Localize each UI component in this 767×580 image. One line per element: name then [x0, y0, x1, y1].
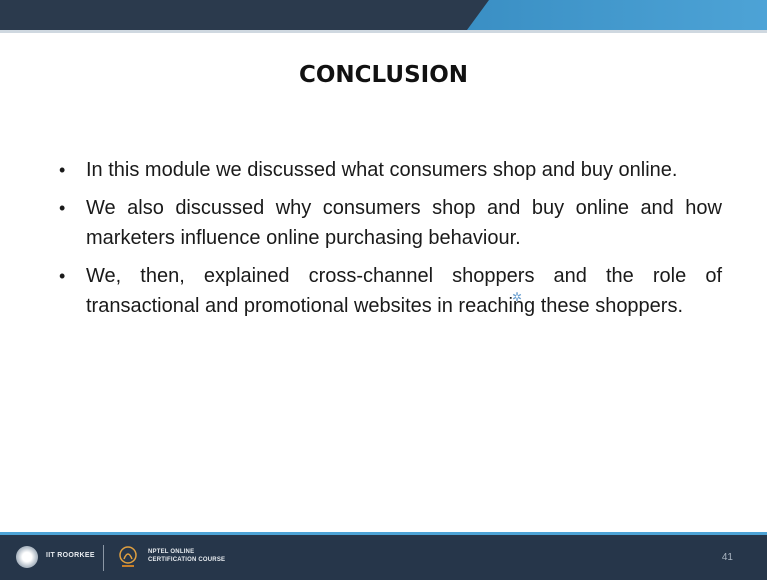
pointer-icon: ✲ — [512, 290, 523, 304]
bullet-icon: • — [59, 198, 66, 218]
nptel-logo-icon — [119, 546, 137, 567]
course-name-line1: NPTEL ONLINE — [148, 549, 195, 555]
bullet-icon: • — [59, 160, 66, 180]
page-number: 41 — [721, 552, 733, 563]
bullet-list: • In this module we discussed what consu… — [56, 155, 722, 329]
footer-divider — [103, 545, 104, 571]
bullet-text: We also discussed why consumers shop and… — [86, 197, 722, 249]
institute-name: IIT ROORKEE — [46, 552, 95, 559]
bullet-icon: • — [59, 266, 66, 286]
header-divider — [0, 30, 767, 33]
bullet-text: In this module we discussed what consume… — [86, 159, 678, 181]
bullet-item: • In this module we discussed what consu… — [56, 155, 722, 185]
iit-roorkee-logo-icon — [16, 546, 38, 568]
bullet-item: • We also discussed why consumers shop a… — [56, 193, 722, 253]
header-accent-bar — [467, 0, 767, 30]
slide-title: CONCLUSION — [299, 62, 468, 88]
course-name-line2: CERTIFICATION COURSE — [148, 557, 226, 563]
bullet-text: We, then, explained cross-channel shoppe… — [86, 265, 722, 317]
footer-bar: IIT ROORKEE NPTEL ONLINE CERTIFICATION C… — [0, 532, 767, 580]
bullet-item: • We, then, explained cross-channel shop… — [56, 261, 722, 321]
